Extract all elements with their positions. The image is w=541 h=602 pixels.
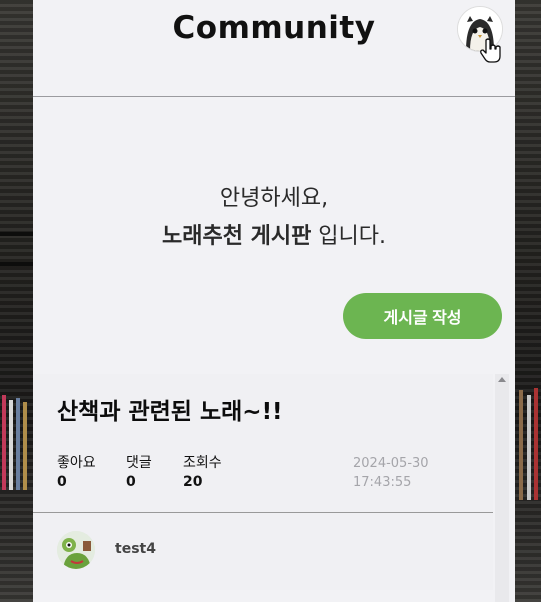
comments-stat: 댓글 0 bbox=[126, 454, 152, 492]
frog-avatar-icon bbox=[57, 531, 95, 569]
header: Community bbox=[33, 0, 515, 97]
shelf-line bbox=[0, 232, 33, 236]
record-spine bbox=[23, 402, 27, 490]
shelf-line bbox=[0, 262, 33, 266]
greeting-suffix: 입니다. bbox=[311, 224, 387, 249]
author-name[interactable]: test4 bbox=[115, 541, 156, 557]
record-spine bbox=[527, 395, 531, 500]
post-timestamp: 2024-05-30 17:43:55 bbox=[353, 454, 429, 492]
views-stat: 조회수 20 bbox=[183, 454, 222, 492]
greeting-text: 안녕하세요, 노래추천 게시판 입니다. bbox=[33, 180, 515, 256]
record-spine bbox=[9, 400, 13, 490]
scroll-up-arrow-icon[interactable] bbox=[498, 377, 506, 382]
views-label: 조회수 bbox=[183, 455, 222, 471]
write-post-button[interactable]: 게시글 작성 bbox=[343, 293, 502, 339]
record-spine bbox=[16, 398, 20, 490]
likes-label: 좋아요 bbox=[57, 455, 96, 471]
record-spine bbox=[519, 390, 523, 500]
likes-stat: 좋아요 0 bbox=[57, 454, 96, 492]
greeting-line-1: 안녕하세요, bbox=[219, 186, 329, 211]
record-spine bbox=[534, 388, 538, 500]
comments-label: 댓글 bbox=[126, 455, 152, 471]
post-title[interactable]: 산책과 관련된 노래~!! bbox=[57, 392, 283, 426]
scrollbar[interactable] bbox=[495, 374, 509, 602]
post-divider bbox=[33, 512, 493, 513]
post-date: 2024-05-30 bbox=[353, 456, 429, 471]
record-spine bbox=[2, 395, 6, 490]
hand-pointer-icon bbox=[480, 38, 501, 63]
page-title: Community bbox=[172, 10, 376, 46]
background-photo-right bbox=[515, 0, 541, 602]
community-panel: Community 안녕하세요, 노래추천 게시판 입니다. 게시글 작성 산책… bbox=[33, 0, 515, 602]
background-photo-left bbox=[0, 0, 33, 602]
post-card[interactable]: 산책과 관련된 노래~!! 좋아요 0 댓글 0 조회수 20 2024-05-… bbox=[33, 374, 493, 590]
greeting-line-2: 노래추천 게시판 입니다. bbox=[33, 218, 515, 256]
comments-count: 0 bbox=[126, 474, 136, 490]
board-name: 노래추천 게시판 bbox=[161, 224, 312, 249]
likes-count: 0 bbox=[57, 474, 67, 490]
author-avatar[interactable] bbox=[57, 531, 95, 569]
views-count: 20 bbox=[183, 474, 203, 490]
post-time: 17:43:55 bbox=[353, 475, 412, 490]
